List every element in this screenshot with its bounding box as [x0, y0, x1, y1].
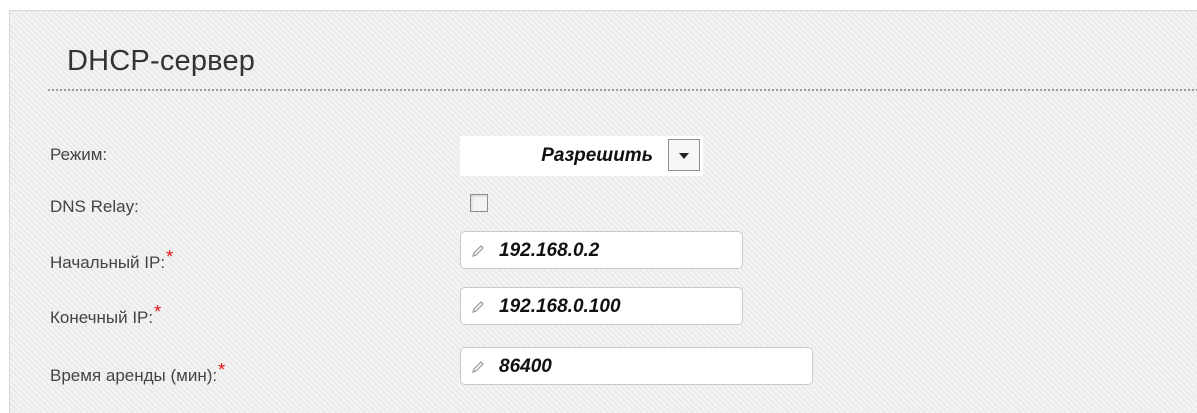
pencil-icon [472, 301, 484, 313]
start-ip-value: 192.168.0.2 [499, 240, 600, 261]
title-divider [48, 89, 1197, 91]
end-ip-label-text: Конечный IP: [50, 308, 154, 327]
end-ip-field[interactable]: 192.168.0.100 [460, 287, 743, 325]
chevron-down-icon[interactable] [668, 139, 700, 171]
dns-relay-label-text: DNS Relay: [50, 197, 139, 216]
lease-time-label: Время аренды (мин):* [50, 360, 225, 386]
end-ip-label: Конечный IP:* [50, 302, 161, 328]
lease-time-value: 86400 [499, 356, 552, 377]
lease-time-label-text: Время аренды (мин): [50, 366, 218, 385]
dhcp-server-panel: DHCP-сервер Режим: Разрешить DNS Relay: … [9, 10, 1197, 413]
section-title: DHCP-сервер [67, 45, 256, 77]
lease-time-field[interactable]: 86400 [460, 347, 813, 385]
mode-select-value: Разрешить [541, 145, 653, 166]
mode-label: Режим: [50, 145, 107, 165]
dns-relay-checkbox[interactable] [470, 194, 488, 212]
pencil-icon [472, 361, 484, 373]
required-mark: * [166, 247, 174, 267]
required-mark: * [154, 302, 162, 322]
start-ip-label-text: Начальный IP: [50, 253, 166, 272]
required-mark: * [218, 360, 226, 380]
start-ip-label: Начальный IP:* [50, 247, 173, 273]
mode-label-text: Режим: [50, 145, 108, 164]
start-ip-field[interactable]: 192.168.0.2 [460, 231, 743, 269]
end-ip-value: 192.168.0.100 [499, 296, 621, 317]
dns-relay-label: DNS Relay: [50, 197, 139, 217]
pencil-icon [472, 245, 484, 257]
mode-select[interactable]: Разрешить [460, 136, 703, 176]
